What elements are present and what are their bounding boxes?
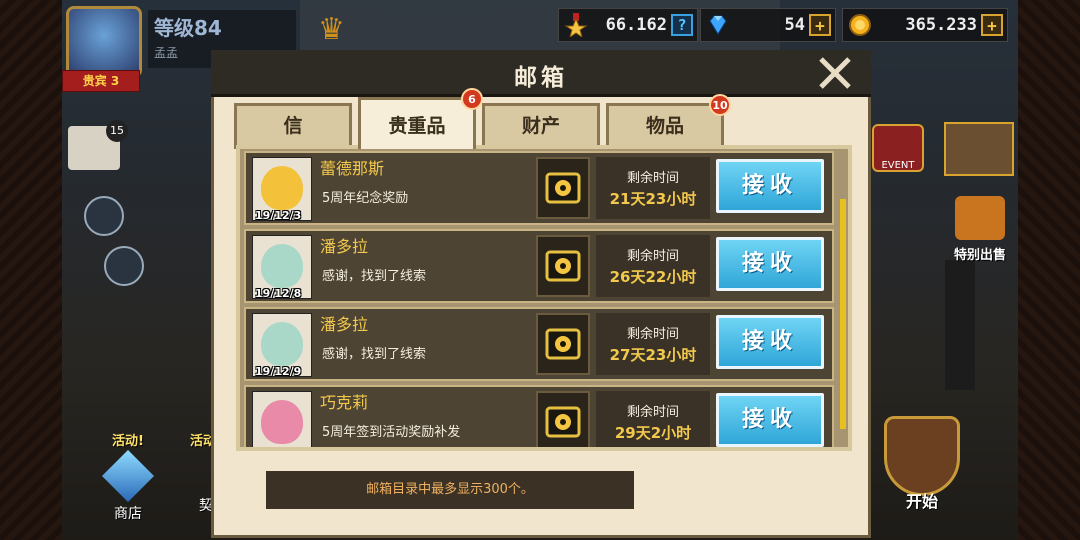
reward-item-icon	[536, 235, 590, 297]
gold-value: 365.233	[905, 15, 977, 35]
mail-date: 19/12/9	[255, 365, 302, 378]
mail-sender: 潘多拉	[320, 315, 369, 334]
special-sale-button[interactable]: 特别出售	[940, 196, 1020, 263]
start-label: 开始	[905, 492, 938, 511]
player-level: 等级84	[154, 16, 222, 40]
mail-subject: 5周年纪念奖励	[322, 191, 409, 206]
tab-assets[interactable]: 财产	[482, 103, 600, 149]
time-label: 剩余时间	[626, 171, 679, 186]
tab-label: 物品	[645, 115, 684, 137]
sender-portrait: 19/12/9	[252, 313, 312, 378]
mail-date: 19/12/3	[255, 209, 302, 222]
event-button[interactable]: EVENT	[872, 124, 924, 172]
gem-resource: 54 +	[700, 8, 836, 42]
store-gem-icon	[101, 449, 155, 503]
time-remaining: 剩余时间 29天2小时	[596, 391, 710, 447]
time-remaining: 剩余时间 27天23小时	[596, 313, 710, 375]
close-icon	[819, 57, 851, 89]
mailbox-limit-note: 邮箱目录中最多显示300个。	[266, 471, 634, 509]
gold-record-icon	[545, 328, 581, 360]
mail-date: 19/12/8	[255, 287, 302, 300]
gold-record-icon	[545, 172, 581, 204]
time-label: 剩余时间	[626, 405, 679, 420]
start-button[interactable]: 开始	[872, 416, 972, 512]
gold-record-icon	[545, 250, 581, 282]
close-button[interactable]	[815, 54, 855, 92]
receive-button[interactable]: 接收	[716, 393, 824, 447]
mailbox-modal: 邮箱 信 贵重品 6 财产 物品 10 19/12/3 蕾德那斯 5周年纪念奖励…	[211, 50, 871, 538]
player-avatar[interactable]	[66, 6, 142, 78]
tab-badge: 10	[709, 94, 731, 116]
medal-star-icon	[563, 12, 589, 38]
side-round-button[interactable]	[84, 196, 124, 236]
time-left: 26天22小时	[609, 268, 697, 286]
mail-sender: 蕾德那斯	[320, 159, 385, 178]
time-left: 27天23小时	[609, 346, 697, 364]
mail-count-badge: 15	[106, 120, 128, 142]
mail-sender: 巧克莉	[320, 393, 369, 412]
time-remaining: 剩余时间 21天23小时	[596, 157, 710, 219]
sender-portrait	[252, 391, 312, 447]
time-label: 剩余时间	[626, 327, 679, 342]
crown-icon: ♛	[318, 12, 345, 47]
mail-row: 19/12/9 潘多拉 感谢，找到了线索 剩余时间 27天23小时 接收	[244, 307, 834, 381]
reward-item-icon	[536, 157, 590, 219]
shop-help-button[interactable]	[944, 122, 1014, 176]
mail-row: 19/12/3 蕾德那斯 5周年纪念奖励 剩余时间 21天23小时 接收	[244, 151, 834, 225]
tab-badge: 6	[461, 88, 483, 110]
star-value: 66.162	[605, 15, 667, 35]
special-sale-label: 特别出售	[953, 248, 1006, 263]
help-icon[interactable]: ?	[671, 14, 693, 36]
mail-sender: 潘多拉	[320, 237, 369, 256]
gold-record-icon	[545, 406, 581, 438]
gold-coin-icon	[847, 12, 873, 38]
time-label: 剩余时间	[626, 249, 679, 264]
modal-title: 邮箱	[514, 65, 568, 91]
gift-box-icon	[955, 196, 1005, 240]
portrait-face	[261, 400, 303, 444]
store-button[interactable]: 活动! 商店	[88, 430, 168, 523]
side-mail-button[interactable]: 15	[68, 120, 128, 170]
start-shield-icon	[884, 416, 960, 496]
modal-header: 邮箱	[211, 50, 871, 97]
time-left: 21天23小时	[609, 190, 697, 208]
store-label: 商店	[114, 506, 142, 522]
sender-portrait: 19/12/3	[252, 157, 312, 222]
diamond-icon	[705, 12, 731, 38]
mail-list-scrollbar[interactable]	[840, 199, 846, 429]
player-name: 孟孟	[154, 46, 179, 60]
portrait-face	[261, 244, 303, 288]
tab-label: 贵重品	[388, 115, 446, 137]
time-left: 29天2小时	[614, 424, 692, 442]
receive-button[interactable]: 接收	[716, 159, 824, 213]
star-resource: 66.162 ?	[558, 8, 698, 42]
tab-valuables[interactable]: 贵重品 6	[358, 88, 483, 149]
tab-letters[interactable]: 信	[234, 103, 352, 149]
mail-subject: 5周年签到活动奖励补发	[322, 425, 461, 440]
mail-row: 19/12/8 潘多拉 感谢，找到了线索 剩余时间 26天22小时 接收	[244, 229, 834, 303]
receive-button[interactable]: 接收	[716, 315, 824, 369]
time-remaining: 剩余时间 26天22小时	[596, 235, 710, 297]
event-label: EVENT	[881, 160, 915, 171]
vip-badge: 贵宾 3	[62, 70, 140, 92]
tab-items[interactable]: 物品 10	[606, 94, 731, 149]
add-gem-button[interactable]: +	[809, 14, 831, 36]
side-notice-button[interactable]	[104, 246, 144, 286]
mail-list[interactable]: 19/12/3 蕾德那斯 5周年纪念奖励 剩余时间 21天23小时 接收 19/…	[236, 145, 852, 451]
reward-item-icon	[536, 391, 590, 447]
receive-button[interactable]: 接收	[716, 237, 824, 291]
tab-label: 财产	[521, 115, 560, 137]
gem-value: 54	[784, 15, 805, 35]
tab-label: 信	[283, 115, 303, 137]
gold-resource: 365.233 +	[842, 8, 1008, 42]
mail-subject: 感谢，找到了线索	[322, 347, 427, 362]
mail-row: 巧克莉 5周年签到活动奖励补发 剩余时间 29天2小时 接收	[244, 385, 834, 447]
portrait-face	[261, 322, 303, 366]
reward-item-icon	[536, 313, 590, 375]
store-event-label: 活动!	[112, 434, 144, 449]
sender-portrait: 19/12/8	[252, 235, 312, 300]
portrait-face	[261, 166, 303, 210]
mail-subject: 感谢，找到了线索	[322, 269, 427, 284]
add-gold-button[interactable]: +	[981, 14, 1003, 36]
